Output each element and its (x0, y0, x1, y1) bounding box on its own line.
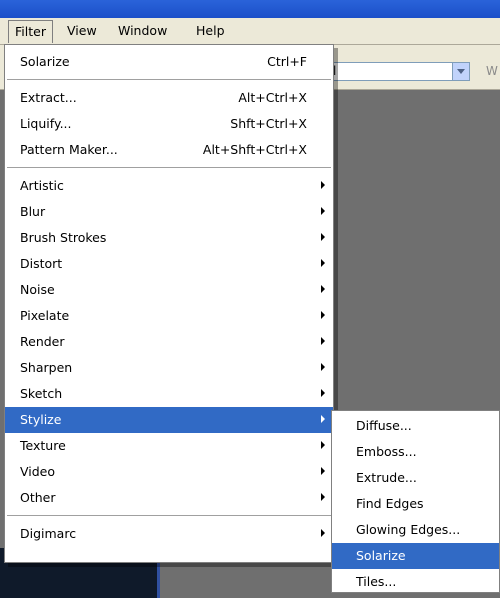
menu-item-shortcut: Alt+Ctrl+X (238, 90, 307, 105)
menu-item-artistic[interactable]: Artistic (5, 173, 333, 199)
menu-item-label: Glowing Edges... (356, 522, 461, 537)
submenu-item-solarize[interactable]: Solarize (332, 543, 499, 569)
chevron-right-icon (321, 467, 325, 475)
menu-item-label: Sharpen (20, 360, 73, 375)
menu-window[interactable]: Window (112, 20, 173, 42)
title-bar (0, 0, 500, 18)
submenu-item-diffuse[interactable]: Diffuse... (332, 413, 499, 439)
menu-item-label: Texture (20, 438, 66, 453)
options-combo[interactable]: l (330, 62, 470, 81)
chevron-right-icon (321, 233, 325, 241)
menu-item-pattern-maker[interactable]: Pattern Maker... Alt+Shft+Ctrl+X (5, 137, 333, 163)
menu-item-label: Video (20, 464, 56, 479)
menu-item-other[interactable]: Other (5, 485, 333, 511)
menu-shadow-bottom (8, 563, 338, 567)
menu-item-digimarc[interactable]: Digimarc (5, 521, 333, 547)
menu-item-label: Extract... (20, 90, 77, 105)
menu-item-label: Brush Strokes (20, 230, 107, 245)
menu-item-label: Liquify... (20, 116, 72, 131)
chevron-down-icon[interactable] (452, 62, 470, 81)
menu-item-label: Extrude... (356, 470, 417, 485)
submenu-item-glowing-edges[interactable]: Glowing Edges... (332, 517, 499, 543)
filter-menu: Solarize Ctrl+F Extract... Alt+Ctrl+X Liquif… (4, 44, 334, 563)
menu-item-render[interactable]: Render (5, 329, 333, 355)
chevron-right-icon (321, 363, 325, 371)
menu-item-label: Other (20, 490, 56, 505)
menu-item-sketch[interactable]: Sketch (5, 381, 333, 407)
menu-help[interactable]: Help (190, 20, 231, 42)
menu-item-label: Pixelate (20, 308, 70, 323)
menu-item-shortcut: Ctrl+F (267, 54, 307, 69)
menu-item-label: Artistic (20, 178, 64, 193)
menu-item-texture[interactable]: Texture (5, 433, 333, 459)
menu-item-label: Noise (20, 282, 55, 297)
chevron-right-icon (321, 389, 325, 397)
submenu-item-find-edges[interactable]: Find Edges (332, 491, 499, 517)
menu-item-label: Stylize (20, 412, 62, 427)
menu-view[interactable]: View (61, 20, 103, 42)
submenu-item-emboss[interactable]: Emboss... (332, 439, 499, 465)
chevron-right-icon (321, 207, 325, 215)
menu-item-label: Tiles... (356, 574, 397, 589)
menu-item-noise[interactable]: Noise (5, 277, 333, 303)
submenu-item-tiles[interactable]: Tiles... (332, 569, 499, 595)
menu-item-sharpen[interactable]: Sharpen (5, 355, 333, 381)
menu-item-label: Pattern Maker... (20, 142, 118, 157)
chevron-right-icon (321, 441, 325, 449)
menu-item-label: Blur (20, 204, 46, 219)
menu-item-label: Solarize (20, 54, 70, 69)
chevron-right-icon (321, 493, 325, 501)
menu-separator (7, 515, 331, 517)
menu-item-brush-strokes[interactable]: Brush Strokes (5, 225, 333, 251)
menu-item-label: Find Edges (356, 496, 424, 511)
menu-item-shortcut: Shft+Ctrl+X (230, 116, 307, 131)
chevron-right-icon (321, 337, 325, 345)
menu-bar: Filter View Window Help (0, 18, 500, 45)
stylize-submenu: Diffuse... Emboss... Extrude... Find Edges G… (331, 410, 500, 593)
chevron-right-icon (321, 285, 325, 293)
chevron-right-icon (321, 311, 325, 319)
chevron-right-icon (321, 181, 325, 189)
options-label: W (486, 64, 498, 78)
menu-item-label: Sketch (20, 386, 63, 401)
menu-item-label: Solarize (356, 548, 406, 563)
chevron-right-icon (321, 529, 325, 537)
chevron-right-icon (321, 415, 325, 423)
menu-separator (7, 79, 331, 81)
menu-item-video[interactable]: Video (5, 459, 333, 485)
menu-filter[interactable]: Filter (8, 20, 53, 43)
menu-item-shortcut: Alt+Shft+Ctrl+X (202, 142, 307, 157)
chevron-right-icon (321, 259, 325, 267)
menu-item-extract[interactable]: Extract... Alt+Ctrl+X (5, 85, 333, 111)
submenu-item-extrude[interactable]: Extrude... (332, 465, 499, 491)
menu-item-blur[interactable]: Blur (5, 199, 333, 225)
menu-item-label: Distort (20, 256, 63, 271)
menu-item-distort[interactable]: Distort (5, 251, 333, 277)
menu-item-label: Diffuse... (356, 418, 412, 433)
menu-item-last-solarize[interactable]: Solarize Ctrl+F (5, 49, 333, 75)
menu-item-label: Render (20, 334, 65, 349)
menu-separator (7, 167, 331, 169)
menu-item-label: Digimarc (20, 526, 77, 541)
menu-item-label: Emboss... (356, 444, 417, 459)
menu-item-stylize[interactable]: Stylize (5, 407, 333, 433)
menu-item-liquify[interactable]: Liquify... Shft+Ctrl+X (5, 111, 333, 137)
menu-item-pixelate[interactable]: Pixelate (5, 303, 333, 329)
